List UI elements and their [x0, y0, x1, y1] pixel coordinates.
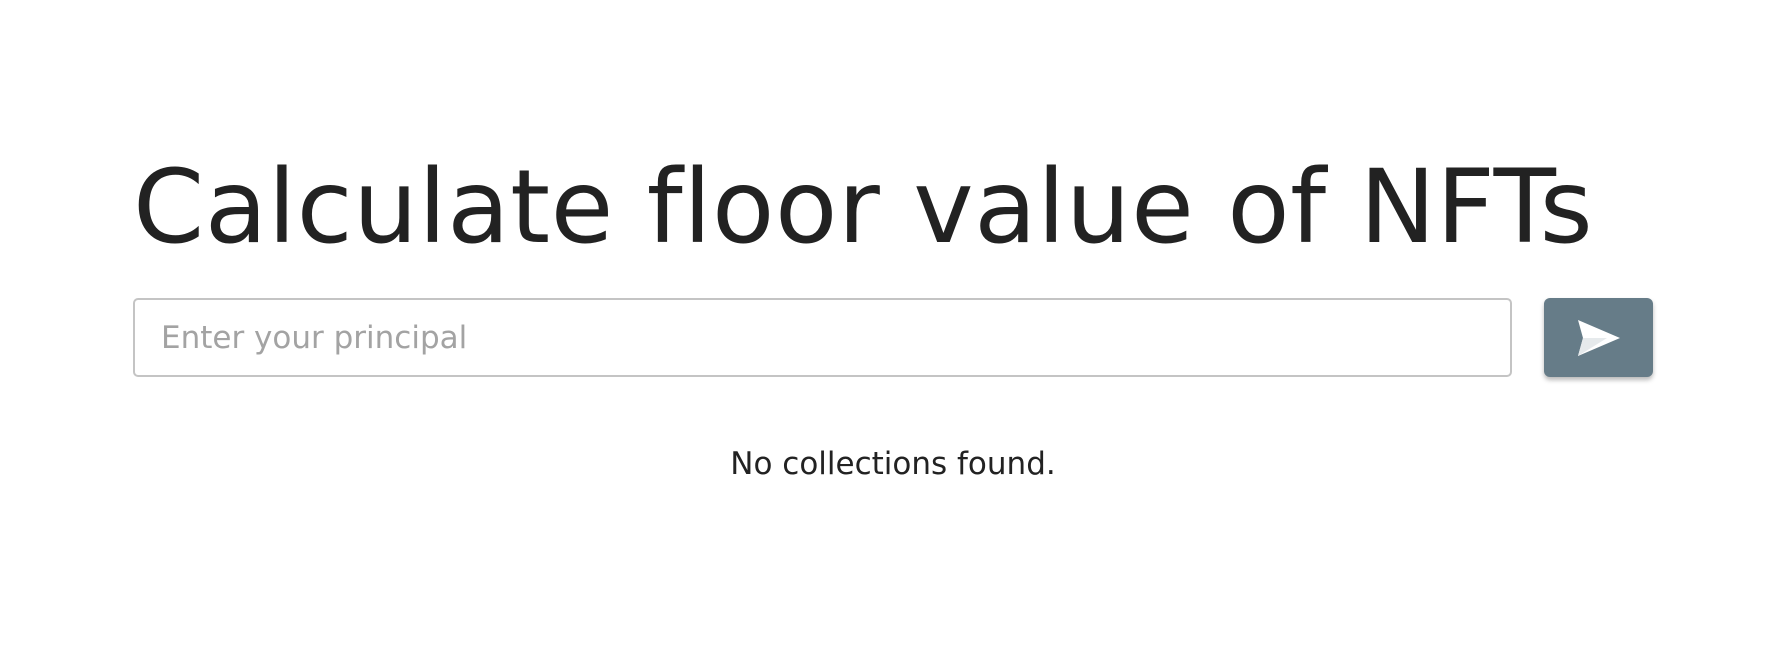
- submit-button[interactable]: [1544, 298, 1653, 377]
- principal-input[interactable]: [133, 298, 1512, 377]
- no-collections-message: No collections found.: [730, 446, 1056, 482]
- page-title: Calculate floor value of NFTs: [133, 148, 1594, 267]
- send-icon: [1577, 319, 1621, 357]
- page: Calculate floor value of NFTs No collect…: [0, 0, 1776, 646]
- principal-search-form: [133, 298, 1653, 378]
